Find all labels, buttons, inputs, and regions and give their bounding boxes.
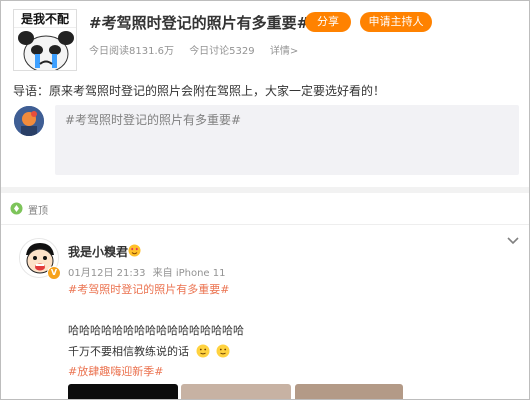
post-text-line-1: 哈哈哈哈哈哈哈哈哈哈哈哈哈哈哈哈	[68, 324, 244, 337]
post-text-line-2-text: 千万不要相信教练说的话	[68, 345, 189, 358]
topic-title: #考驾照时登记的照片有多重要#	[89, 14, 310, 32]
topic-intro: 导语：原来考驾照时登记的照片会附在驾照上，大家一定要选好看的！	[13, 84, 386, 98]
pinned-divider	[1, 224, 529, 225]
today-discussions: 今日讨论5329	[189, 46, 255, 57]
post-meta: 01月12日 21:33 来自 iPhone 11	[68, 264, 229, 279]
smile-emoji-icon	[196, 344, 209, 358]
topic-avatar-caption: 是我不配	[14, 10, 76, 28]
post-topic-link[interactable]: #考驾照时登记的照片有多重要#	[68, 281, 229, 297]
panda-meme-icon	[18, 31, 74, 70]
chevron-down-icon[interactable]	[506, 236, 520, 246]
post-image-3[interactable]	[295, 384, 403, 399]
topic-avatar[interactable]: 是我不配	[13, 9, 77, 71]
post-image-1[interactable]	[68, 384, 178, 399]
smile-emoji-icon	[216, 344, 230, 358]
compose-input[interactable]: #考驾照时登记的照片有多重要#	[55, 105, 519, 175]
topic-header: 是我不配 #考驾照时登记的照片有多重要# 分享 申请主持人 今日阅读8131.6…	[13, 9, 521, 73]
post-hashtag-link[interactable]: #放肆趣嗨迎新季#	[68, 363, 163, 379]
details-link[interactable]: 详情>	[270, 46, 298, 57]
post-text-line-2: 千万不要相信教练说的话	[68, 343, 230, 359]
share-button[interactable]: 分享	[305, 12, 351, 32]
post-image-2[interactable]	[181, 384, 291, 399]
user-avatar-icon	[14, 106, 44, 136]
topic-page: 是我不配 #考驾照时登记的照片有多重要# 分享 申请主持人 今日阅读8131.6…	[0, 0, 530, 400]
section-divider	[1, 187, 529, 193]
post-time[interactable]: 01月12日 21:33	[68, 268, 145, 279]
green-pin-icon	[10, 202, 23, 215]
apply-host-button[interactable]: 申请主持人	[360, 12, 432, 32]
post-source: 来自 iPhone 11	[152, 268, 226, 279]
user-avatar[interactable]	[14, 106, 44, 136]
pinned-label: 置顶	[28, 206, 48, 217]
heart-eyes-emoji-icon	[128, 244, 141, 257]
today-reads: 今日阅读8131.6万	[89, 46, 174, 57]
post-author-name[interactable]: 我是小糗君	[68, 243, 128, 260]
vip-badge-icon: V	[47, 266, 61, 280]
compose-placeholder: #考驾照时登记的照片有多重要#	[65, 113, 242, 127]
topic-stats: 今日阅读8131.6万 今日讨论5329 详情>	[89, 42, 310, 57]
